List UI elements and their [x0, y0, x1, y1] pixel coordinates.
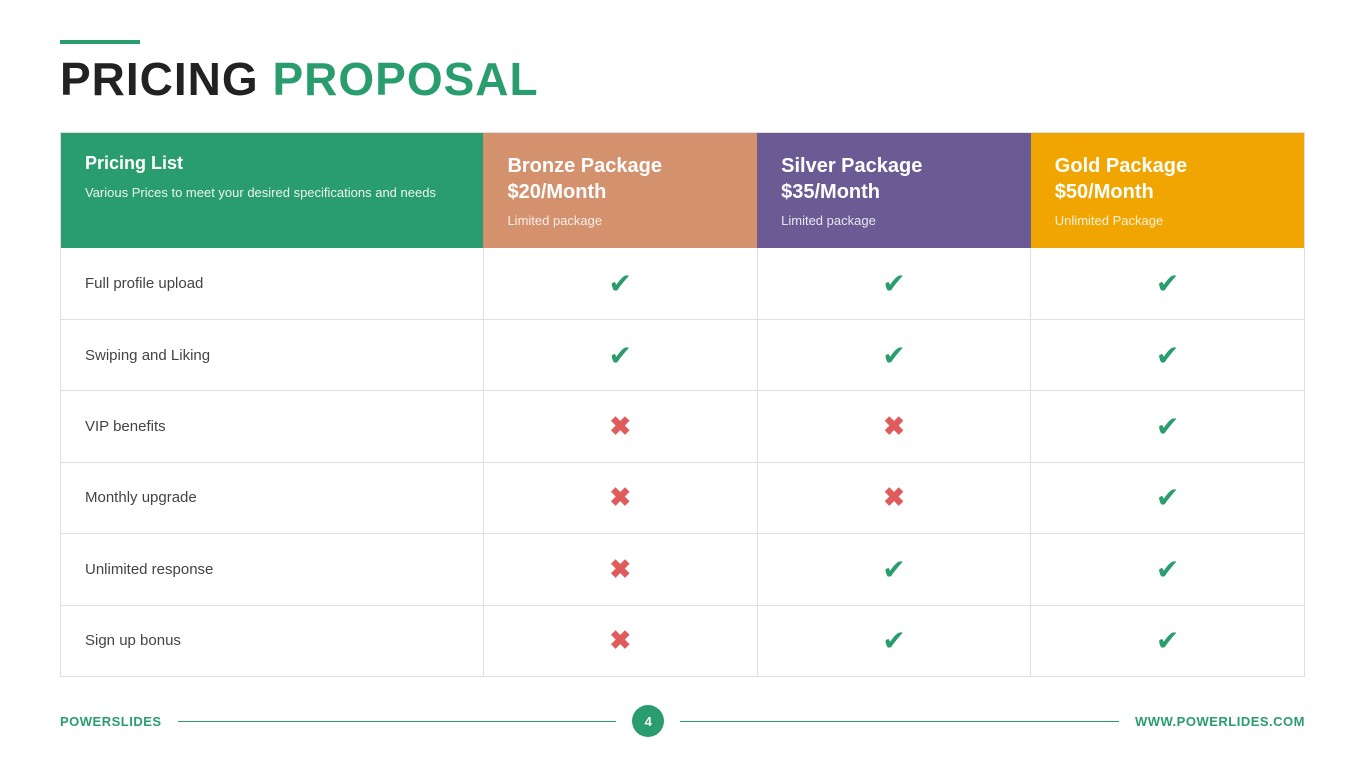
brand-text: POWERSLIDES — [60, 714, 162, 729]
cross-icon: ✖ — [609, 554, 631, 584]
title-green: PROPOSAL — [272, 53, 538, 105]
page-title: PRICING PROPOSAL — [60, 56, 1305, 102]
cross-icon: ✖ — [883, 482, 905, 512]
feature-label: Unlimited response — [61, 534, 484, 605]
gold-check: ✔ — [1031, 534, 1305, 605]
silver-name: Silver Package$35/Month — [781, 153, 1007, 205]
silver-check: ✔ — [757, 319, 1031, 390]
checkmark-icon: ✔ — [1156, 482, 1179, 513]
table-row: Sign up bonus ✖ ✔ ✔ — [61, 605, 1305, 676]
col-header-silver: Silver Package$35/Month Limited package — [757, 133, 1031, 249]
bronze-check: ✖ — [483, 462, 757, 533]
feature-label: Swiping and Liking — [61, 319, 484, 390]
footer: POWERSLIDES 4 WWW.POWERLIDES.COM — [60, 695, 1305, 737]
feature-label: VIP benefits — [61, 391, 484, 462]
footer-line-right — [680, 721, 1119, 722]
table-row: Swiping and Liking ✔ ✔ ✔ — [61, 319, 1305, 390]
silver-check: ✔ — [757, 248, 1031, 319]
feature-label: Sign up bonus — [61, 605, 484, 676]
silver-check: ✔ — [757, 534, 1031, 605]
table-body: Full profile upload✔✔✔Swiping and Liking… — [61, 248, 1305, 677]
gold-sub: Unlimited Package — [1055, 213, 1280, 228]
checkmark-icon: ✔ — [882, 554, 905, 585]
table-row: Monthly upgrade ✖ ✖ ✔ — [61, 462, 1305, 533]
cross-icon: ✖ — [883, 411, 905, 441]
checkmark-icon: ✔ — [882, 268, 905, 299]
table-row: VIP benefits ✖ ✖ ✔ — [61, 391, 1305, 462]
list-desc: Various Prices to meet your desired spec… — [85, 184, 459, 202]
checkmark-icon: ✔ — [1156, 625, 1179, 656]
checkmark-icon: ✔ — [1156, 340, 1179, 371]
cross-icon: ✖ — [609, 482, 631, 512]
col-header-list: Pricing List Various Prices to meet your… — [61, 133, 484, 249]
footer-brand: POWERSLIDES — [60, 714, 162, 729]
bronze-check: ✔ — [483, 319, 757, 390]
bronze-check: ✖ — [483, 391, 757, 462]
header-accent — [60, 40, 140, 44]
silver-check: ✖ — [757, 391, 1031, 462]
feature-label: Full profile upload — [61, 248, 484, 319]
checkmark-icon: ✔ — [609, 268, 632, 299]
checkmark-icon: ✔ — [609, 340, 632, 371]
table-row: Unlimited response ✖ ✔ ✔ — [61, 534, 1305, 605]
pricing-table: Pricing List Various Prices to meet your… — [60, 132, 1305, 677]
gold-check: ✔ — [1031, 391, 1305, 462]
gold-check: ✔ — [1031, 248, 1305, 319]
checkmark-icon: ✔ — [1156, 554, 1179, 585]
silver-check: ✖ — [757, 462, 1031, 533]
table-header-row: Pricing List Various Prices to meet your… — [61, 133, 1305, 249]
bronze-name: Bronze Package$20/Month — [507, 153, 733, 205]
page: PRICING PROPOSAL Pricing List Various Pr… — [0, 0, 1365, 767]
silver-sub: Limited package — [781, 213, 1007, 228]
footer-page-number: 4 — [632, 705, 664, 737]
cross-icon: ✖ — [609, 411, 631, 441]
col-header-bronze: Bronze Package$20/Month Limited package — [483, 133, 757, 249]
checkmark-icon: ✔ — [882, 625, 905, 656]
footer-line-left — [178, 721, 617, 722]
footer-url: WWW.POWERLIDES.COM — [1135, 714, 1305, 729]
gold-check: ✔ — [1031, 462, 1305, 533]
table-row: Full profile upload ✔ ✔ ✔ — [61, 248, 1305, 319]
bronze-check: ✖ — [483, 605, 757, 676]
title-black: PRICING — [60, 53, 259, 105]
bronze-check: ✖ — [483, 534, 757, 605]
col-header-gold: Gold Package$50/Month Unlimited Package — [1031, 133, 1305, 249]
bronze-check: ✔ — [483, 248, 757, 319]
bronze-sub: Limited package — [507, 213, 733, 228]
checkmark-icon: ✔ — [882, 340, 905, 371]
list-title: Pricing List — [85, 153, 459, 174]
cross-icon: ✖ — [609, 625, 631, 655]
gold-check: ✔ — [1031, 319, 1305, 390]
gold-check: ✔ — [1031, 605, 1305, 676]
gold-name: Gold Package$50/Month — [1055, 153, 1280, 205]
silver-check: ✔ — [757, 605, 1031, 676]
checkmark-icon: ✔ — [1156, 411, 1179, 442]
feature-label: Monthly upgrade — [61, 462, 484, 533]
checkmark-icon: ✔ — [1156, 268, 1179, 299]
